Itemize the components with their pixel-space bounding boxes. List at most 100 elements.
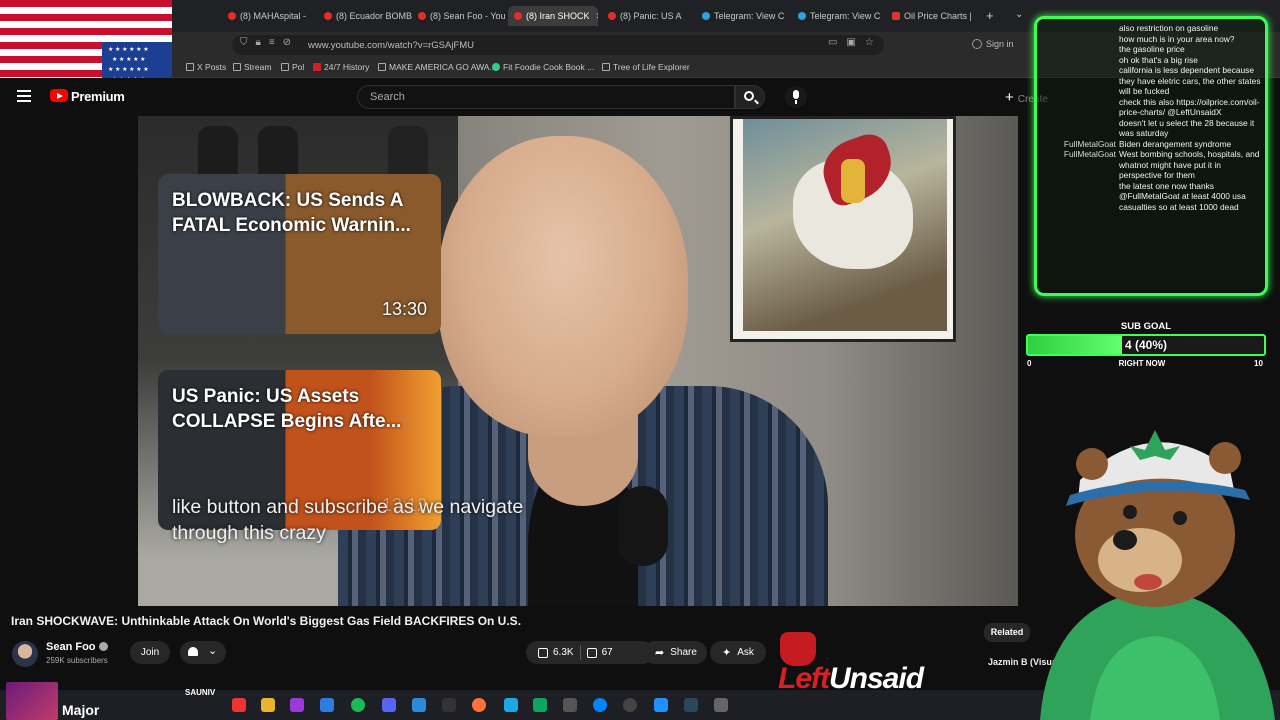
- chat-message: FullMetalGoat West bombing schools, hospi…: [1063, 149, 1260, 180]
- no-tracking-icon[interactable]: ⊘: [283, 37, 291, 48]
- channel-name[interactable]: Sean Foo: [46, 641, 108, 653]
- media-player-icon[interactable]: [623, 698, 637, 712]
- video-player[interactable]: BLOWBACK: US Sends A FATAL Economic Warn…: [138, 116, 1018, 606]
- cast-icon[interactable]: ▭: [828, 37, 837, 48]
- app-icon[interactable]: [290, 698, 304, 712]
- chat-message: how much is in your area now?: [1119, 33, 1235, 44]
- like-dislike-group: 6.3K 67: [526, 641, 654, 664]
- sub-goal-status: RIGHT NOW: [1118, 359, 1166, 368]
- search-button[interactable]: [735, 85, 765, 109]
- page-icon: [602, 63, 610, 71]
- end-card-title: US Panic: US Assets COLLAPSE Begins Afte…: [172, 386, 402, 432]
- sub-goal-max: 10: [1254, 359, 1263, 368]
- end-card-duration: 13:30: [381, 299, 427, 319]
- download-icon[interactable]: ▣: [846, 37, 855, 48]
- folder-icon[interactable]: [261, 698, 275, 712]
- microphone: [618, 486, 668, 566]
- tab-mahaspital[interactable]: (8) MAHAspital -: [228, 6, 318, 26]
- app-icon[interactable]: [412, 698, 426, 712]
- youtube-header: Premium Search + Create: [0, 78, 1048, 116]
- chat-message: california is less dependent because the…: [1119, 65, 1261, 96]
- messenger-icon[interactable]: [593, 698, 607, 712]
- stream-chat-overlay: also restriction on gasoline how much is…: [1034, 16, 1268, 296]
- new-tab-icon[interactable]: +: [986, 8, 994, 23]
- chat-message: also restriction on gasoline: [1119, 23, 1219, 33]
- youtube-logo-icon[interactable]: [50, 89, 68, 102]
- bookmark-history[interactable]: 24/7 History: [313, 62, 369, 72]
- chat-message: the latest one now thanks: [1119, 180, 1214, 191]
- end-card-video[interactable]: BLOWBACK: US Sends A FATAL Economic Warn…: [158, 174, 441, 334]
- url-field[interactable]: www.youtube.com/watch?v=rGSAjFMU: [232, 35, 884, 55]
- taskbar-window-title[interactable]: Major: [62, 702, 99, 718]
- page-icon: [378, 63, 386, 71]
- terminal-icon[interactable]: [442, 698, 456, 712]
- window-thumbnail[interactable]: [6, 682, 58, 720]
- notifications-button[interactable]: ⌄: [180, 641, 226, 664]
- tab-oil-price[interactable]: Oil Price Charts |: [892, 6, 982, 26]
- telegram-icon: [798, 12, 806, 20]
- hamburger-menu-icon[interactable]: [17, 90, 31, 102]
- app-icon[interactable]: [654, 698, 668, 712]
- sub-goal-label: SUB GOAL: [1120, 321, 1172, 332]
- end-card-title: BLOWBACK: US Sends A FATAL Economic Warn…: [172, 190, 411, 236]
- like-button[interactable]: 6.3K: [538, 647, 574, 658]
- shield-icon[interactable]: ⛉: [240, 37, 248, 48]
- oil-icon: [892, 12, 900, 20]
- youtube-icon: [418, 12, 426, 20]
- tab-list-chevron-icon[interactable]: ⌄: [1015, 9, 1023, 20]
- tab-panic[interactable]: (8) Panic: US A: [608, 6, 694, 26]
- bookmark-maga[interactable]: MAKE AMERICA GO AWA...: [378, 62, 497, 72]
- youtube-icon: [514, 12, 522, 20]
- share-button[interactable]: ➦ Share: [643, 641, 707, 664]
- youtube-icon: [608, 12, 616, 20]
- tab-telegram-2[interactable]: Telegram: View C: [798, 6, 888, 26]
- lock-icon[interactable]: 🔒︎: [256, 37, 261, 48]
- chat-message: FullMetalGoat Biden derangement syndrome: [1063, 138, 1232, 149]
- us-flag-overlay: ★ ★ ★ ★ ★ ★ ★ ★ ★ ★ ★ ★ ★ ★ ★ ★ ★ ★ ★ ★ …: [0, 0, 172, 90]
- youtube-icon: [228, 12, 236, 20]
- firefox-icon[interactable]: [472, 698, 486, 712]
- app-icon[interactable]: [504, 698, 518, 712]
- chat-message: check this also https://oilprice.com/oil…: [1119, 96, 1260, 118]
- sign-in-button[interactable]: Sign in: [972, 39, 1014, 49]
- folder-icon: [281, 63, 289, 71]
- tune-icon[interactable]: ≡: [269, 37, 275, 48]
- youtube-premium-logo[interactable]: Premium: [71, 89, 125, 104]
- tab-sean-foo[interactable]: (8) Sean Foo - You: [418, 6, 506, 26]
- tab-iran-shock[interactable]: (8) Iran SHOCK✕: [508, 6, 598, 26]
- app-icon[interactable]: [714, 698, 728, 712]
- closed-caption: like button and subscribe as we navigate…: [172, 496, 524, 544]
- napoleon-painting: [730, 116, 956, 342]
- search-input[interactable]: Search: [357, 85, 735, 109]
- sub-goal-value: 4 (40%): [1124, 338, 1168, 352]
- folder-icon: [233, 63, 241, 71]
- discord-icon[interactable]: [382, 698, 396, 712]
- bell-icon: [188, 647, 198, 656]
- share-icon: ➦: [655, 647, 665, 659]
- youtube-icon: [324, 12, 332, 20]
- bookmark-tree-of-life[interactable]: Tree of Life Explorer: [602, 62, 690, 72]
- spotify-icon[interactable]: [351, 698, 365, 712]
- app-icon[interactable]: [563, 698, 577, 712]
- chrome-icon[interactable]: [232, 698, 246, 712]
- ask-button[interactable]: ✦ Ask: [710, 641, 766, 664]
- steam-icon[interactable]: [684, 698, 698, 712]
- bookmark-pol[interactable]: Pol: [281, 62, 304, 72]
- app-icon[interactable]: [320, 698, 334, 712]
- app-icon[interactable]: [533, 698, 547, 712]
- tab-telegram-1[interactable]: Telegram: View C: [702, 6, 792, 26]
- chat-message: @FullMetalGoat at least 4000 usa casualt…: [1119, 191, 1246, 212]
- bookmark-fit-foodie[interactable]: Fit Foodie Cook Book ...: [492, 62, 594, 72]
- voice-search-icon[interactable]: [785, 86, 807, 108]
- join-button[interactable]: Join: [130, 641, 170, 664]
- sparkle-icon: ✦: [722, 647, 732, 659]
- close-tab-icon[interactable]: ✕: [596, 11, 598, 22]
- bookmark-x-posts[interactable]: X Posts: [186, 62, 226, 72]
- dislike-button[interactable]: 67: [586, 647, 613, 658]
- avatar[interactable]: [12, 641, 38, 667]
- tab-ecuador[interactable]: (8) Ecuador BOMB: [324, 6, 414, 26]
- star-icon[interactable]: ☆: [865, 37, 874, 48]
- bookmark-stream[interactable]: Stream: [233, 62, 271, 72]
- folder-icon: [186, 63, 194, 71]
- related-chip[interactable]: Related: [984, 623, 1030, 642]
